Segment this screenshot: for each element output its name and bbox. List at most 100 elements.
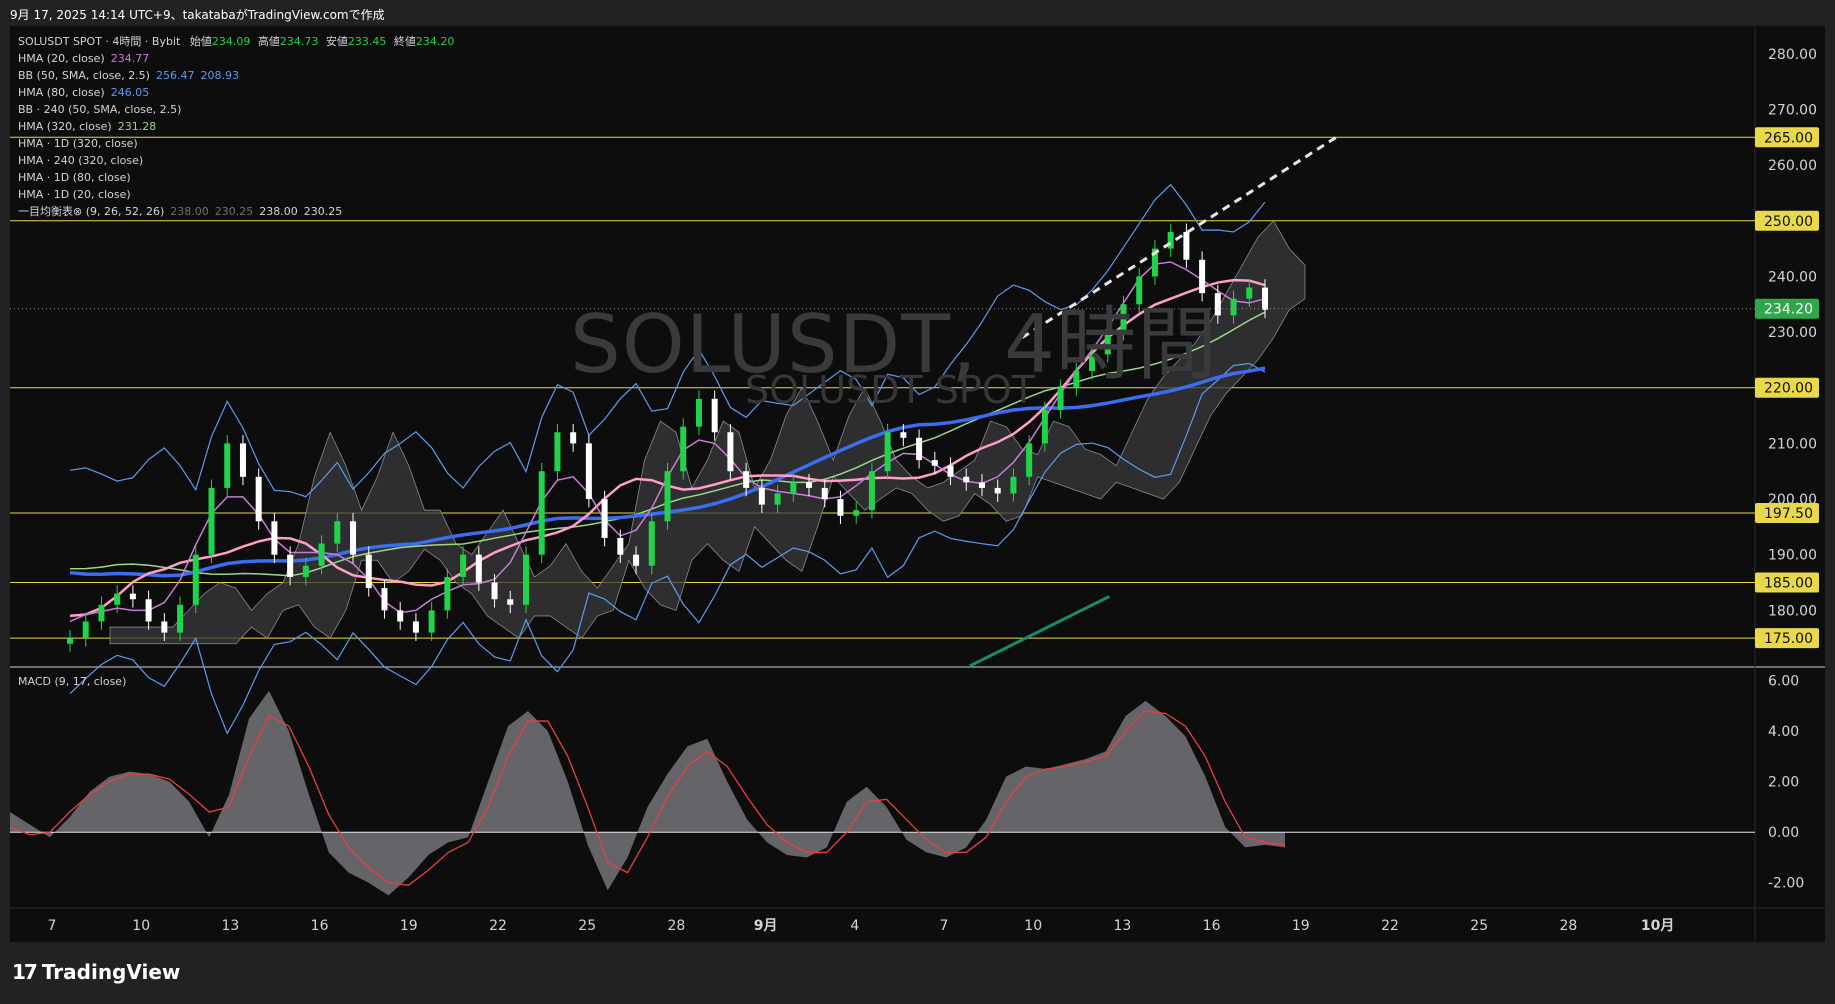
price-tick-label: 210.00: [1768, 436, 1817, 452]
candle-body: [444, 576, 451, 611]
time-tick-label: 28: [1559, 918, 1577, 934]
candle-body: [585, 443, 592, 500]
legend-close-value: 234.20: [415, 35, 455, 48]
candle-body: [554, 432, 561, 472]
macd-tick-label: -2.00: [1768, 876, 1804, 892]
candle-body: [947, 465, 954, 477]
legend-row-0[interactable]: HMA (20, close) 234.77: [18, 50, 454, 67]
time-tick-label: 22: [489, 918, 507, 934]
legend-row-name: HMA · 1D (20, close): [18, 188, 131, 201]
price-tick-label: 180.00: [1768, 603, 1817, 619]
legend-row-8[interactable]: HMA · 1D (20, close): [18, 186, 454, 203]
time-tick-label: 7: [940, 918, 949, 934]
candle-body: [884, 432, 891, 472]
legend-row-1[interactable]: BB (50, SMA, close, 2.5) 256.47 208.93: [18, 67, 454, 84]
candle-body: [475, 554, 482, 583]
legend-row-value: 246.05: [110, 86, 150, 99]
candle-body: [774, 493, 781, 505]
candle-body: [900, 432, 907, 438]
legend-row-name: BB (50, SMA, close, 2.5): [18, 69, 150, 82]
legend-row-name: HMA (320, close): [18, 120, 112, 133]
candle-body: [381, 588, 388, 611]
candle-body: [931, 460, 938, 466]
candle-body: [302, 565, 309, 577]
macd-histogram-area: [10, 690, 1285, 896]
legend-row-4[interactable]: HMA (320, close) 231.28: [18, 118, 454, 135]
candle-body: [1041, 410, 1048, 444]
legend-row-value: 231.28: [117, 120, 157, 133]
legend-close-label: 終値: [393, 35, 416, 48]
candle-body: [177, 604, 184, 633]
indicator-legend: SOLUSDT SPOT · 4時間 · Bybit 始値234.09 高値23…: [18, 33, 454, 220]
legend-row-value: 238.00: [259, 205, 298, 218]
legend-row-3[interactable]: BB · 240 (50, SMA, close, 2.5): [18, 101, 454, 118]
candle-body: [617, 538, 624, 555]
candle-body: [916, 437, 923, 461]
candle-body: [129, 593, 136, 600]
macd-tick-label: 2.00: [1768, 775, 1799, 791]
candle-body: [570, 432, 577, 444]
candle-body: [664, 471, 671, 522]
legend-row-value: 238.00: [170, 205, 209, 218]
candle-body: [963, 476, 970, 483]
legend-row-name: HMA (80, close): [18, 86, 105, 99]
legend-open-label: 始値: [189, 35, 212, 48]
watermark-sub: SOLUSDT SPOT: [745, 368, 1035, 412]
candle-body: [428, 610, 435, 633]
candle-body: [790, 482, 797, 494]
candle-body: [522, 554, 529, 605]
time-tick-label: 16: [1203, 918, 1221, 934]
candle-body: [758, 487, 765, 505]
candle-body: [680, 426, 687, 472]
legend-indicator-rows: HMA (20, close) 234.77 BB (50, SMA, close,…: [18, 50, 454, 220]
time-tick-label: 4: [850, 918, 859, 934]
candle-body: [853, 510, 860, 516]
price-tick-label: 270.00: [1768, 102, 1817, 118]
legend-row-value: 234.77: [110, 52, 150, 65]
legend-high-value: 234.73: [279, 35, 319, 48]
price-tick-label: 240.00: [1768, 269, 1817, 285]
candle-body: [1010, 476, 1017, 494]
candle-body: [412, 621, 419, 633]
candle-body: [161, 621, 168, 633]
candle-body: [224, 443, 231, 488]
legend-row-value: 230.25: [214, 205, 254, 218]
legend-row-6[interactable]: HMA · 240 (320, close): [18, 152, 454, 169]
legend-row-5[interactable]: HMA · 1D (320, close): [18, 135, 454, 152]
candle-body: [994, 487, 1001, 494]
candle-body: [145, 599, 152, 622]
time-tick-label: 22: [1381, 918, 1399, 934]
legend-row-name: HMA (20, close): [18, 52, 105, 65]
legend-row-2[interactable]: HMA (80, close) 246.05: [18, 84, 454, 101]
candle-body: [821, 487, 828, 500]
legend-row-9[interactable]: 一目均衡表⊗ (9, 26, 52, 26) 238.00 230.25 238.00…: [18, 203, 454, 220]
legend-symbol-line[interactable]: SOLUSDT SPOT · 4時間 · Bybit 始値234.09 高値23…: [18, 33, 454, 50]
time-tick-label: 19: [1292, 918, 1310, 934]
candle-body: [837, 499, 844, 516]
candle-body: [334, 521, 341, 544]
legend-low-value: 233.45: [347, 35, 387, 48]
tradingview-brand[interactable]: 17 TradingView: [12, 960, 180, 984]
time-tick-label: 16: [311, 918, 329, 934]
legend-row-value: 208.93: [200, 69, 239, 82]
candle-body: [208, 487, 215, 555]
candle-body: [1262, 287, 1268, 310]
tradingview-logo-icon: 17: [12, 960, 38, 984]
legend-row-name: BB · 240 (50, SMA, close, 2.5): [18, 103, 182, 116]
candle-body: [1230, 298, 1237, 316]
candle-body: [350, 521, 357, 555]
macd-tick-label: 4.00: [1768, 724, 1799, 740]
candle-body: [82, 621, 89, 639]
candle-body: [255, 476, 262, 522]
legend-row-name: HMA · 240 (320, close): [18, 154, 144, 167]
candle-body: [98, 604, 105, 622]
legend-symbol: SOLUSDT SPOT · 4時間 · Bybit: [18, 35, 181, 48]
time-tick-label: 10: [132, 918, 150, 934]
macd-tick-label: 0.00: [1768, 825, 1799, 841]
legend-row-7[interactable]: HMA · 1D (80, close): [18, 169, 454, 186]
candle-body: [538, 471, 545, 555]
time-tick-label: 10: [1024, 918, 1042, 934]
candle-body: [287, 554, 294, 577]
time-tick-label: 13: [221, 918, 239, 934]
candle-body: [114, 593, 121, 605]
